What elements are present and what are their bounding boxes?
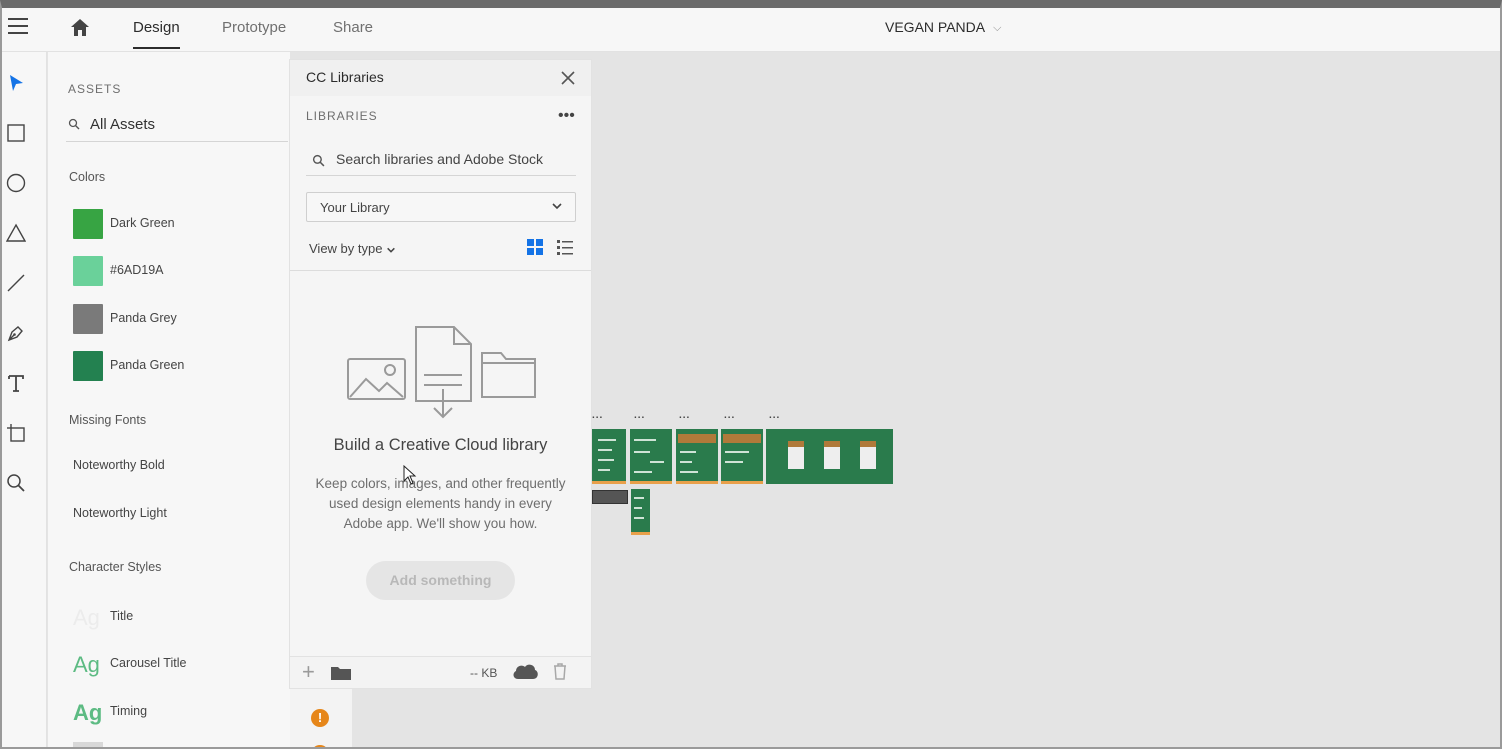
tab-prototype[interactable]: Prototype xyxy=(222,19,286,36)
empty-state-description: Keep colors, images, and other frequentl… xyxy=(315,476,566,531)
list-view-icon[interactable] xyxy=(556,238,574,261)
storage-size: -- KB xyxy=(470,666,498,680)
character-styles-label: Character Styles xyxy=(69,560,162,574)
top-bar: Design Prototype Share VEGAN PANDA ⌵ xyxy=(2,8,1500,52)
font-item[interactable]: Noteworthy Bold xyxy=(73,458,165,472)
app-window: Design Prototype Share VEGAN PANDA ⌵ ASS… xyxy=(0,0,1502,749)
artboard-label[interactable]: ... xyxy=(592,410,603,421)
character-style-item[interactable]: Ag Carousel Title xyxy=(73,652,283,684)
chevron-down-icon xyxy=(552,203,562,210)
style-name: Title xyxy=(110,609,134,623)
color-swatch xyxy=(73,304,103,334)
artboard-label[interactable]: ... xyxy=(634,410,645,421)
missing-font-warnings: ! xyxy=(290,688,352,747)
search-icon xyxy=(312,154,325,167)
zoom-tool-icon[interactable] xyxy=(2,468,47,498)
artboard-thumbnail[interactable] xyxy=(630,429,672,484)
artboard-label[interactable]: ... xyxy=(769,410,780,421)
font-item[interactable]: Noteworthy Light xyxy=(73,506,167,520)
assets-heading: ASSETS xyxy=(68,82,122,96)
add-something-button[interactable]: Add something xyxy=(366,561,515,600)
assets-search-input[interactable]: All Assets xyxy=(66,114,288,142)
document-title-menu[interactable]: VEGAN PANDA ⌵ xyxy=(885,19,1001,36)
artboard-thumbnail[interactable] xyxy=(676,429,718,484)
style-sample: Ag xyxy=(73,605,100,630)
document-title: VEGAN PANDA xyxy=(885,19,986,35)
view-by-label: View by type xyxy=(309,241,383,256)
assets-search-value: All Assets xyxy=(90,116,156,133)
cc-libraries-footer: + -- KB xyxy=(290,656,591,688)
artboard-thumbnail[interactable] xyxy=(766,429,893,484)
panel-title: CC Libraries xyxy=(306,69,384,85)
library-search-input[interactable]: Search libraries and Adobe Stock xyxy=(306,148,576,176)
colors-section-label: Colors xyxy=(69,170,106,184)
style-name: Timing xyxy=(110,704,148,718)
pen-tool-icon[interactable] xyxy=(2,318,47,348)
tab-share[interactable]: Share xyxy=(333,19,373,36)
warning-icon[interactable] xyxy=(311,745,329,747)
assets-panel: ASSETS All Assets Colors Dark Green #6AD… xyxy=(48,52,290,747)
style-sample: Ag xyxy=(73,700,103,725)
trash-icon[interactable] xyxy=(552,662,568,680)
style-name: Carousel Title xyxy=(110,656,187,670)
color-item[interactable]: #6AD19A xyxy=(73,256,273,288)
folder-icon[interactable] xyxy=(330,665,352,681)
empty-state-title: Build a Creative Cloud library xyxy=(333,436,548,454)
next-style-sample xyxy=(73,742,103,747)
cc-libraries-header: CC Libraries xyxy=(290,60,591,96)
ellipse-tool-icon[interactable] xyxy=(2,168,47,198)
text-tool-icon[interactable] xyxy=(2,368,47,398)
divider xyxy=(290,270,591,271)
warning-icon[interactable]: ! xyxy=(311,709,329,727)
chevron-down-icon: ⌵ xyxy=(993,22,1002,34)
home-icon[interactable] xyxy=(68,16,92,40)
libraries-label: LIBRARIES xyxy=(306,109,378,123)
cc-libraries-panel: CC Libraries LIBRARIES ••• Search librar… xyxy=(290,60,591,688)
more-options-icon[interactable]: ••• xyxy=(558,107,575,125)
tools-panel xyxy=(2,52,47,747)
color-item[interactable]: Panda Green xyxy=(73,351,273,383)
missing-fonts-label: Missing Fonts xyxy=(69,413,147,427)
library-search-placeholder: Search libraries and Adobe Stock xyxy=(336,151,544,167)
style-sample: Ag xyxy=(73,652,100,677)
cloud-icon xyxy=(513,664,538,679)
select-tool-icon[interactable] xyxy=(2,68,47,98)
search-icon xyxy=(68,118,80,130)
character-style-item[interactable]: Ag Title xyxy=(73,605,283,637)
color-name: Dark Green xyxy=(110,216,175,230)
tab-design[interactable]: Design xyxy=(133,19,180,49)
color-swatch xyxy=(73,351,103,381)
artboard-label[interactable]: ... xyxy=(724,410,735,421)
color-swatch xyxy=(73,209,103,239)
mouse-cursor-icon xyxy=(403,465,417,485)
library-illustration xyxy=(346,325,536,425)
character-style-item[interactable]: Ag Timing xyxy=(73,700,283,732)
grid-view-icon[interactable] xyxy=(526,238,544,261)
library-select[interactable]: Your Library xyxy=(306,192,576,222)
artboard-thumbnail[interactable] xyxy=(721,429,763,484)
color-swatch xyxy=(73,256,103,286)
rectangle-tool-icon[interactable] xyxy=(2,118,47,148)
keyboard-artboard-thumbnail[interactable] xyxy=(592,490,628,504)
hamburger-menu-icon[interactable] xyxy=(8,18,28,36)
color-name: #6AD19A xyxy=(110,263,164,277)
artboard-thumbnail[interactable] xyxy=(631,489,650,535)
line-tool-icon[interactable] xyxy=(2,268,47,298)
view-by-type-dropdown[interactable]: View by type xyxy=(309,241,396,256)
polygon-tool-icon[interactable] xyxy=(2,218,47,248)
color-name: Panda Grey xyxy=(110,311,177,325)
artboard-tool-icon[interactable] xyxy=(2,418,47,448)
library-select-value: Your Library xyxy=(320,200,390,215)
artboard-label[interactable]: ... xyxy=(679,410,690,421)
add-icon[interactable]: + xyxy=(302,659,315,685)
color-item[interactable]: Panda Grey xyxy=(73,304,273,336)
artboard-thumbnail[interactable] xyxy=(592,429,626,484)
color-name: Panda Green xyxy=(110,358,185,372)
color-item[interactable]: Dark Green xyxy=(73,209,273,241)
close-icon[interactable] xyxy=(558,68,578,88)
chevron-down-icon xyxy=(387,247,396,253)
